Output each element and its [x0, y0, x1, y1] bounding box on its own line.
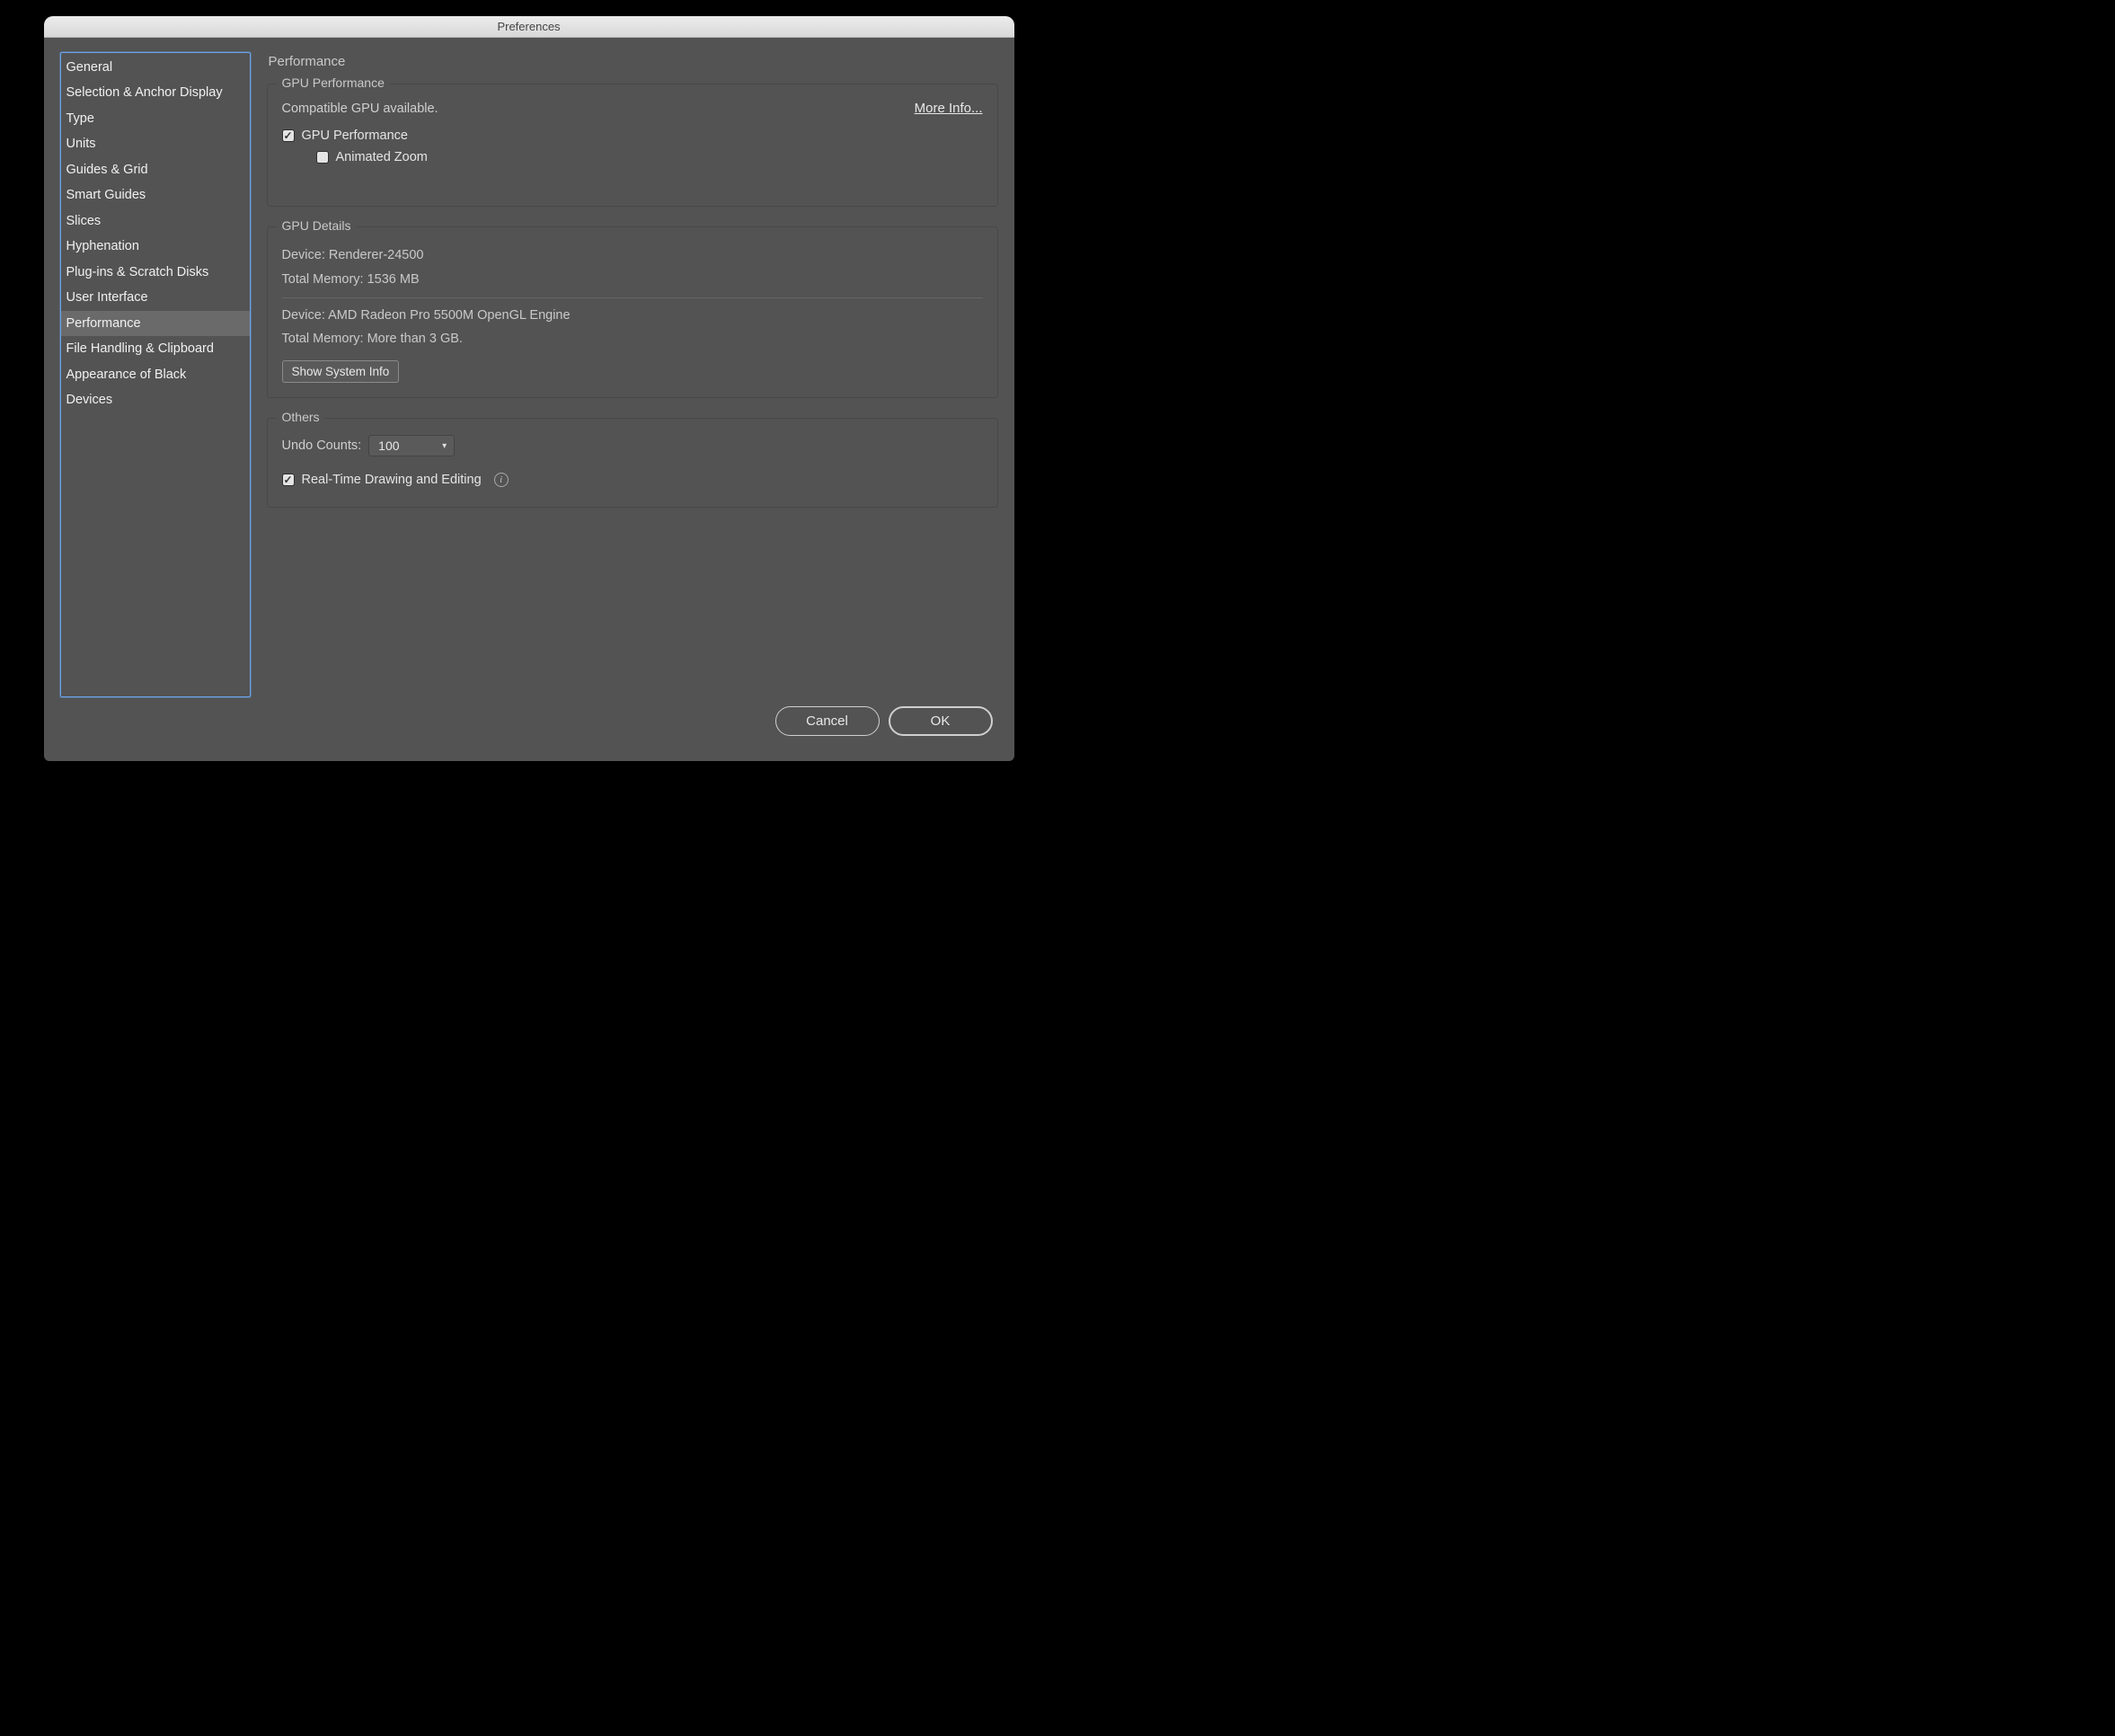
animated-zoom-label: Animated Zoom	[336, 150, 428, 164]
sidebar-item-selection-anchor-display[interactable]: Selection & Anchor Display	[61, 80, 250, 105]
dialog-footer: Cancel OK	[44, 706, 1014, 761]
sidebar-item-smart-guides[interactable]: Smart Guides	[61, 182, 250, 208]
group-title-gpu-details: GPU Details	[277, 218, 357, 233]
sidebar-item-plug-ins-scratch-disks[interactable]: Plug-ins & Scratch Disks	[61, 260, 250, 285]
realtime-checkbox[interactable]	[282, 474, 295, 486]
group-title-gpu-performance: GPU Performance	[277, 75, 390, 90]
group-others: Others Undo Counts: 100 ▾ Real-Time Draw…	[267, 418, 998, 508]
realtime-checkbox-row[interactable]: Real-Time Drawing and Editing i	[282, 473, 983, 487]
main-panel: Performance GPU Performance Compatible G…	[267, 52, 998, 697]
sidebar-item-user-interface[interactable]: User Interface	[61, 285, 250, 310]
category-sidebar: GeneralSelection & Anchor DisplayTypeUni…	[60, 52, 251, 697]
window-title: Preferences	[497, 20, 560, 33]
ok-button[interactable]: OK	[889, 706, 993, 736]
undo-counts-label: Undo Counts:	[282, 438, 362, 453]
show-system-info-button[interactable]: Show System Info	[282, 360, 400, 383]
content-area: GeneralSelection & Anchor DisplayTypeUni…	[44, 38, 1014, 706]
sidebar-item-file-handling-clipboard[interactable]: File Handling & Clipboard	[61, 336, 250, 361]
gpu-device-1: Device: Renderer-24500	[282, 244, 983, 268]
sidebar-item-slices[interactable]: Slices	[61, 208, 250, 234]
gpu-compat-text: Compatible GPU available.	[282, 102, 438, 116]
animated-zoom-checkbox[interactable]	[316, 151, 329, 164]
divider	[282, 297, 983, 298]
cancel-button[interactable]: Cancel	[775, 706, 880, 736]
group-title-others: Others	[277, 410, 325, 424]
page-title: Performance	[269, 54, 998, 69]
sidebar-item-units[interactable]: Units	[61, 131, 250, 156]
animated-zoom-checkbox-row[interactable]: Animated Zoom	[316, 150, 983, 164]
chevron-down-icon: ▾	[442, 441, 447, 451]
preferences-window: Preferences GeneralSelection & Anchor Di…	[44, 16, 1014, 761]
gpu-memory-1: Total Memory: 1536 MB	[282, 268, 983, 292]
gpu-performance-label: GPU Performance	[302, 128, 408, 143]
gpu-memory-2: Total Memory: More than 3 GB.	[282, 327, 983, 351]
gpu-device-2: Device: AMD Radeon Pro 5500M OpenGL Engi…	[282, 304, 983, 328]
more-info-link[interactable]: More Info...	[915, 101, 983, 116]
gpu-performance-checkbox[interactable]	[282, 129, 295, 142]
sidebar-item-type[interactable]: Type	[61, 106, 250, 131]
window-titlebar[interactable]: Preferences	[44, 16, 1014, 38]
sidebar-item-hyphenation[interactable]: Hyphenation	[61, 234, 250, 259]
sidebar-item-guides-grid[interactable]: Guides & Grid	[61, 157, 250, 182]
group-gpu-performance: GPU Performance Compatible GPU available…	[267, 84, 998, 207]
sidebar-item-general[interactable]: General	[61, 55, 250, 80]
realtime-label: Real-Time Drawing and Editing	[302, 473, 482, 487]
info-icon[interactable]: i	[494, 473, 509, 487]
sidebar-item-devices[interactable]: Devices	[61, 387, 250, 412]
undo-counts-value: 100	[378, 438, 399, 453]
sidebar-item-appearance-of-black[interactable]: Appearance of Black	[61, 362, 250, 387]
gpu-performance-checkbox-row[interactable]: GPU Performance	[282, 128, 983, 143]
sidebar-item-performance[interactable]: Performance	[61, 311, 250, 336]
group-gpu-details: GPU Details Device: Renderer-24500 Total…	[267, 226, 998, 398]
undo-counts-select[interactable]: 100 ▾	[368, 435, 455, 456]
